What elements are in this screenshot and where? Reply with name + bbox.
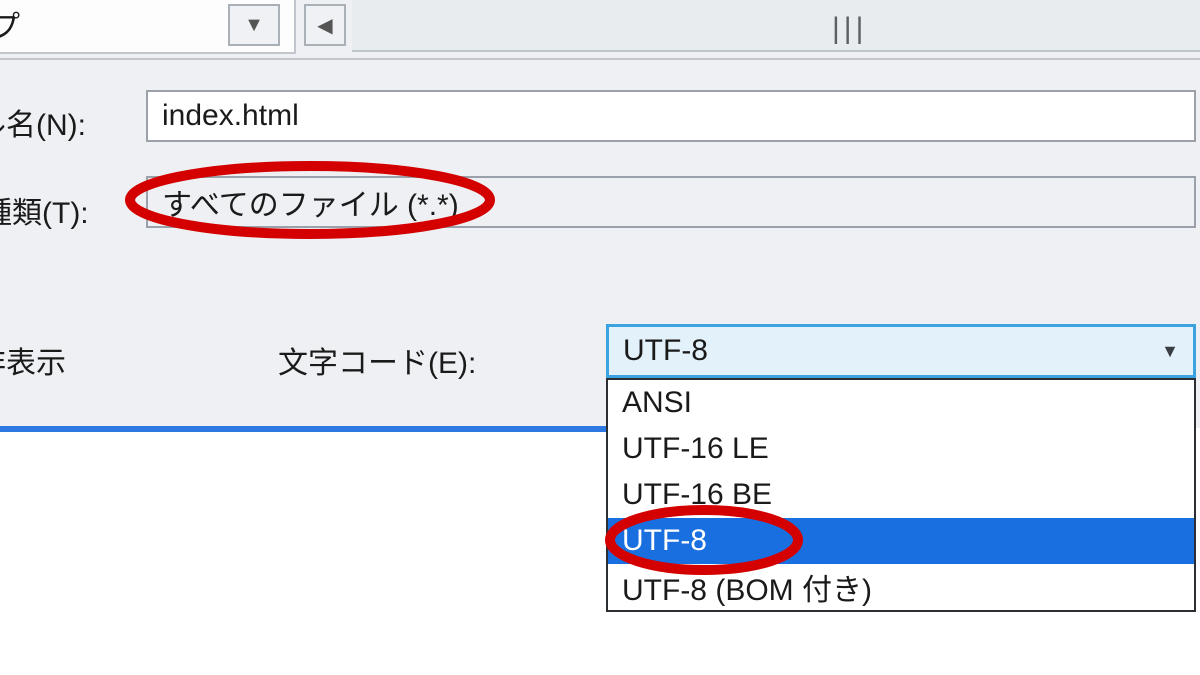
encoding-option[interactable]: UTF-16 LE [608, 426, 1194, 472]
hide-folders-label: 非表示 [0, 338, 66, 382]
encoding-label: 文字コード(E): [278, 338, 476, 382]
filename-input[interactable]: index.html [146, 90, 1196, 142]
filetype-select[interactable]: すべてのファイル (*.*) [146, 176, 1196, 228]
filetype-label: 種類(T): [0, 188, 89, 232]
dialog-canvas: ップ ▼ ◀ ||| ル名(N): index.html 種類(T): すべての… [0, 0, 1200, 675]
history-dropdown-button[interactable]: ▼ [228, 4, 280, 46]
encoding-selected-value: UTF-8 [623, 334, 708, 368]
main-panel: ル名(N): index.html 種類(T): すべてのファイル (*.*) … [0, 60, 1200, 428]
back-button[interactable]: ◀ [304, 4, 346, 46]
encoding-option[interactable]: ANSI [608, 380, 1194, 426]
top-left-label: ップ [0, 2, 20, 46]
chevron-down-icon: ▼ [1161, 341, 1179, 362]
separator-line [0, 426, 606, 432]
encoding-option[interactable]: UTF-8 (BOM 付き) [608, 564, 1194, 610]
filetype-value: すべてのファイル (*.*) [162, 180, 459, 224]
scrollbar-grip-icon: ||| [832, 12, 867, 46]
chevron-left-icon: ◀ [317, 13, 332, 38]
encoding-option[interactable]: UTF-16 BE [608, 472, 1194, 518]
encoding-select[interactable]: UTF-8 ▼ [606, 324, 1196, 378]
horizontal-scrollbar[interactable]: ||| [352, 0, 1200, 52]
top-toolbar: ップ ▼ ◀ ||| [0, 0, 1200, 60]
filename-label: ル名(N): [0, 100, 86, 144]
encoding-dropdown-list: ANSI UTF-16 LE UTF-16 BE UTF-8 UTF-8 (BO… [606, 378, 1196, 612]
encoding-option[interactable]: UTF-8 [608, 518, 1194, 564]
chevron-down-icon: ▼ [244, 14, 264, 37]
filename-value: index.html [162, 99, 299, 133]
